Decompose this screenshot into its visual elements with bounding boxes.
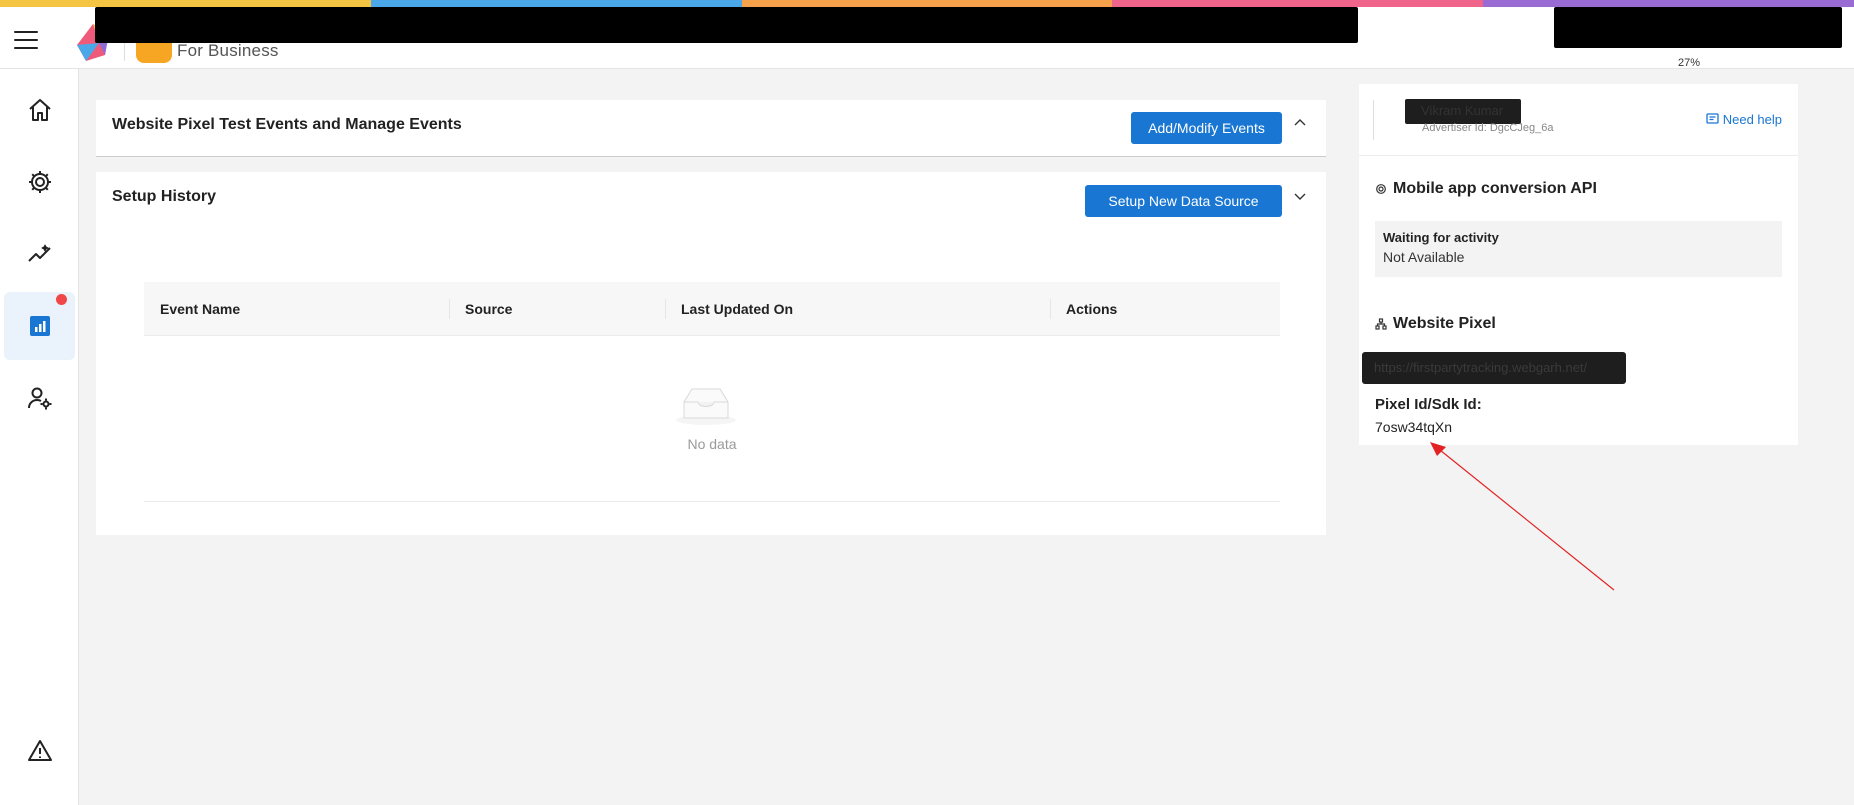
- setup-history-table: Event Name Source Last Updated On Action…: [144, 282, 1280, 502]
- need-help-label: Need help: [1722, 112, 1782, 127]
- setup-history-card: Setup History Setup New Data Source Even…: [96, 172, 1326, 535]
- column-header-event-name: Event Name: [160, 301, 241, 317]
- strip-segment: [741, 0, 1113, 7]
- strip-segment: [370, 0, 742, 7]
- strip-segment: [0, 0, 371, 7]
- sidebar-item-insights[interactable]: [4, 220, 75, 288]
- sitemap-icon: [1375, 318, 1387, 330]
- chat-icon: [1706, 113, 1719, 124]
- top-header: For Business 27%: [0, 7, 1854, 69]
- table-body: No data: [144, 336, 1280, 502]
- status-value: Not Available: [1383, 249, 1465, 265]
- sidebar-item-home[interactable]: [4, 76, 75, 144]
- add-modify-events-button[interactable]: Add/Modify Events: [1131, 112, 1282, 144]
- strip-segment: [1483, 0, 1854, 7]
- website-pixel-title: Website Pixel: [1375, 315, 1496, 333]
- gear-icon: [28, 171, 51, 193]
- pixel-id-value: 7osw34tqXn: [1375, 419, 1453, 435]
- tracking-url: https://firstpartytracking.webgarh.net/: [1362, 352, 1626, 384]
- pixel-id-label: Pixel Id/Sdk Id:: [1375, 396, 1482, 413]
- sidebar-item-user-settings[interactable]: [4, 364, 75, 432]
- account-header: Vikram Kumar Advertiser Id: DgcCJeg_6a N…: [1359, 84, 1798, 156]
- sidebar-item-alerts[interactable]: [4, 717, 75, 785]
- sidebar-item-settings[interactable]: [4, 148, 75, 216]
- warning-icon: [27, 740, 52, 761]
- brand-subtitle: For Business: [177, 41, 279, 60]
- website-pixel-title-text: Website Pixel: [1393, 315, 1496, 332]
- empty-inbox-icon: [676, 388, 736, 425]
- events-card-title: Website Pixel Test Events and Manage Eve…: [112, 116, 462, 133]
- setup-history-title: Setup History: [112, 188, 217, 205]
- annotation-arrow: [1430, 442, 1615, 591]
- sidebar-item-reports[interactable]: [4, 292, 75, 360]
- table-header: Event Name Source Last Updated On Action…: [144, 282, 1280, 336]
- account-info-panel: Vikram Kumar Advertiser Id: DgcCJeg_6a N…: [1359, 84, 1798, 445]
- empty-state-text: No data: [687, 436, 737, 452]
- home-icon: [28, 99, 51, 121]
- trend-icon: [27, 244, 51, 262]
- notification-badge: [56, 294, 67, 305]
- mobile-api-status: Waiting for activity Not Available: [1375, 221, 1782, 277]
- usage-percent: 27%: [1678, 57, 1701, 69]
- setup-new-data-source-button[interactable]: Setup New Data Source: [1085, 185, 1282, 217]
- avatar: [1373, 100, 1407, 140]
- column-header-last-updated: Last Updated On: [665, 282, 1050, 336]
- status-title: Waiting for activity: [1383, 230, 1499, 245]
- user-name: Vikram Kumar: [1405, 99, 1521, 124]
- strip-segment: [1112, 0, 1484, 7]
- column-header-actions: Actions: [1050, 282, 1280, 336]
- menu-icon[interactable]: [14, 31, 38, 49]
- chevron-down-icon[interactable]: [1292, 188, 1308, 204]
- gear-icon: [1376, 184, 1386, 194]
- mobile-api-title-text: Mobile app conversion API: [1393, 180, 1597, 197]
- advertiser-id: Advertiser Id: DgcCJeg_6a: [1422, 122, 1554, 134]
- column-header-source: Source: [449, 282, 665, 336]
- need-help-link[interactable]: Need help: [1706, 112, 1782, 127]
- left-sidebar: [0, 69, 79, 805]
- mobile-api-title: Mobile app conversion API: [1375, 180, 1597, 198]
- redacted-header-content: [95, 7, 1358, 43]
- redacted-account-menu[interactable]: [1554, 7, 1842, 48]
- events-card: Website Pixel Test Events and Manage Eve…: [96, 100, 1326, 157]
- chevron-up-icon[interactable]: [1292, 115, 1308, 131]
- user-gear-icon: [27, 387, 51, 410]
- top-color-strip: [0, 0, 1854, 7]
- report-chart-icon: [29, 316, 50, 336]
